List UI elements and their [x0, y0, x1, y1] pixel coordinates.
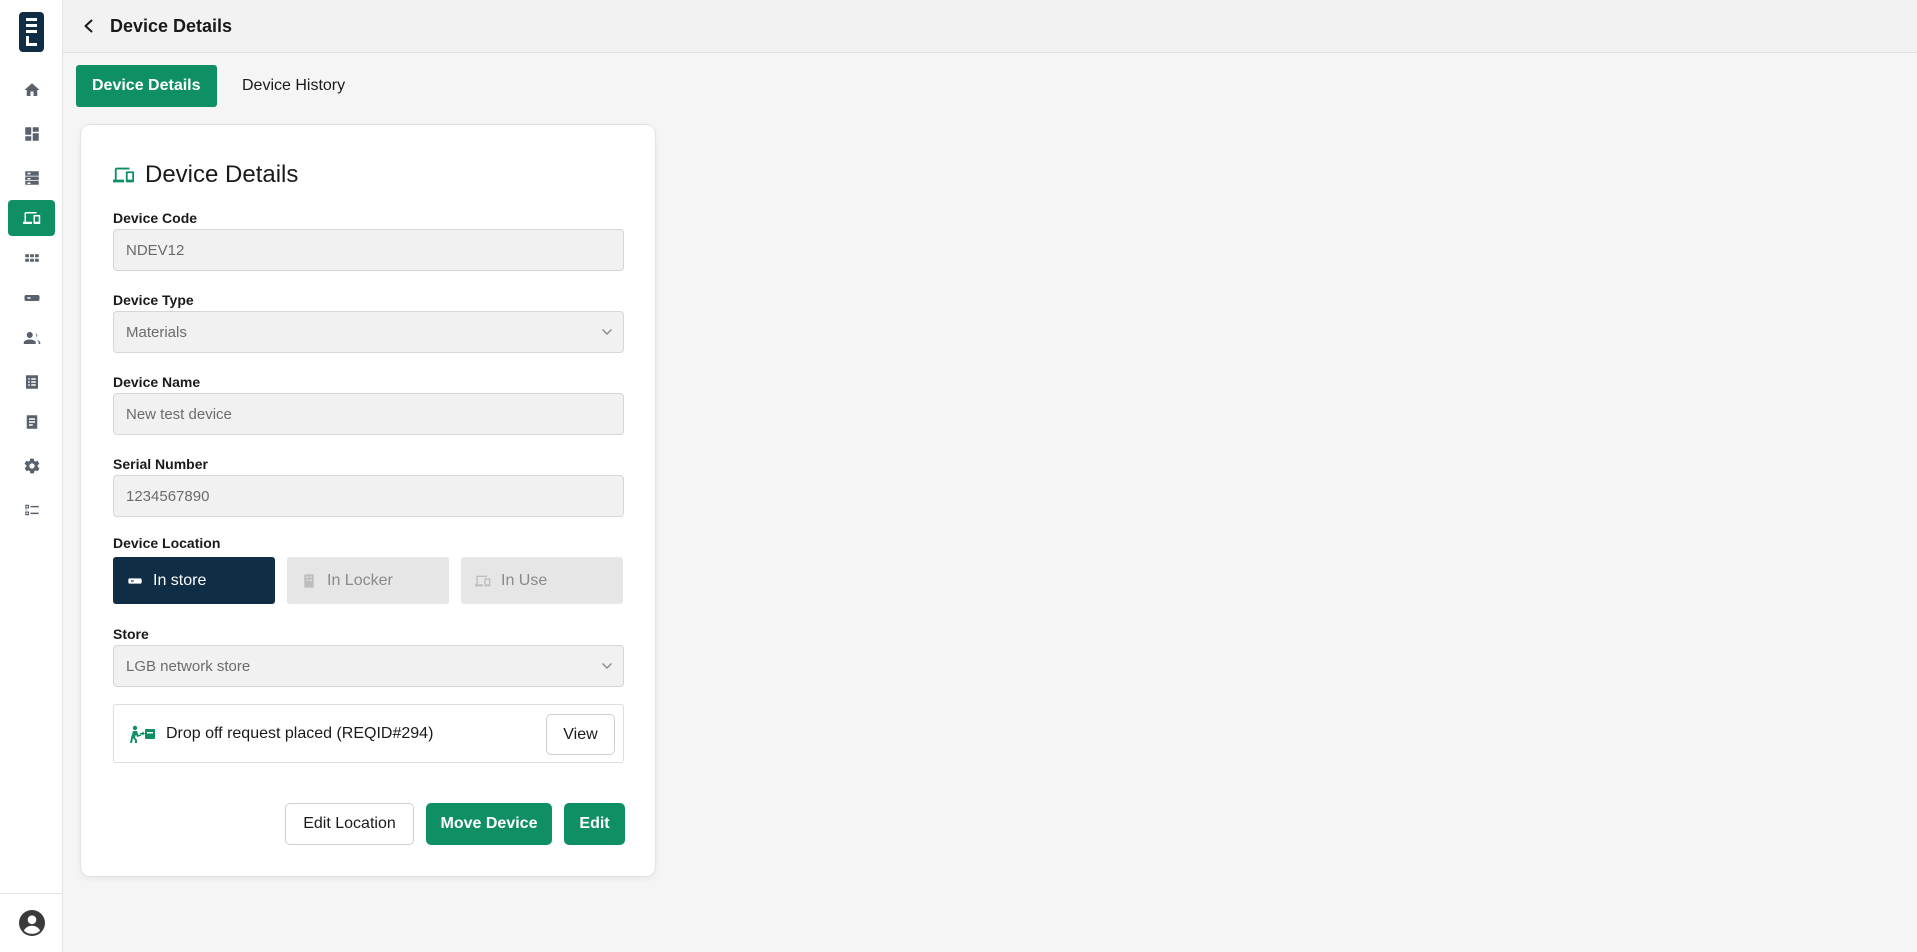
- device-name-label: Device Name: [113, 374, 201, 390]
- chevron-down-icon: [602, 329, 612, 335]
- serial-number-label: Serial Number: [113, 456, 208, 472]
- checklist-icon: [24, 504, 39, 516]
- sidebar-item-checklist[interactable]: [8, 492, 55, 528]
- tab-device-details[interactable]: Device Details: [76, 65, 217, 107]
- sidebar-item-device-tag[interactable]: [8, 280, 55, 316]
- sidebar-item-devices[interactable]: [8, 200, 55, 236]
- device-code-field[interactable]: NDEV12: [113, 229, 624, 271]
- location-option-label: In Use: [501, 571, 548, 589]
- sidebar-divider: [0, 893, 63, 894]
- list-icon: [25, 375, 38, 389]
- request-text: Drop off request placed (REQID#294): [166, 724, 434, 742]
- device-details-card: Device Details Device Code NDEV12 Device…: [80, 124, 656, 877]
- storage-icon: [24, 171, 39, 185]
- document-icon: [26, 415, 37, 429]
- card-title-text: Device Details: [145, 161, 299, 188]
- dashboard-icon: [24, 127, 39, 141]
- sidebar-item-dashboard[interactable]: [8, 116, 55, 152]
- edit-button[interactable]: Edit: [564, 803, 625, 845]
- device-name-field[interactable]: New test device: [113, 393, 624, 435]
- card-title: Device Details: [113, 161, 298, 189]
- apps-grid-icon: [24, 254, 39, 262]
- devices-icon: [113, 167, 135, 183]
- sidebar-item-apps[interactable]: [8, 240, 55, 276]
- sidebar: [0, 0, 63, 952]
- sidebar-item-list[interactable]: [8, 364, 55, 400]
- user-avatar-icon[interactable]: [19, 910, 45, 936]
- device-name-value: New test device: [126, 405, 232, 423]
- location-option-label: In store: [153, 571, 207, 589]
- sidebar-item-home[interactable]: [8, 72, 55, 108]
- users-icon: [23, 332, 40, 344]
- edit-location-button[interactable]: Edit Location: [285, 803, 414, 845]
- serial-number-value: 1234567890: [126, 487, 210, 505]
- tab-device-history[interactable]: Device History: [226, 65, 361, 107]
- chevron-down-icon: [602, 663, 612, 669]
- store-select[interactable]: LGB network store: [113, 645, 624, 687]
- devices-icon: [475, 575, 491, 586]
- device-code-label: Device Code: [113, 210, 198, 226]
- sidebar-item-users[interactable]: [8, 320, 55, 356]
- device-type-value: Materials: [126, 323, 187, 341]
- device-tag-icon: [24, 295, 39, 301]
- move-device-button[interactable]: Move Device: [426, 803, 552, 845]
- drop-off-request-notice: Drop off request placed (REQID#294) View: [113, 704, 624, 763]
- serial-number-field[interactable]: 1234567890: [113, 475, 624, 517]
- device-code-value: NDEV12: [126, 241, 185, 259]
- gear-icon: [24, 458, 39, 474]
- sidebar-item-storage[interactable]: [8, 160, 55, 196]
- app-logo[interactable]: [19, 12, 44, 52]
- chevron-left-icon: [84, 19, 93, 33]
- location-option-in-locker[interactable]: In Locker: [287, 557, 449, 604]
- device-type-select[interactable]: Materials: [113, 311, 624, 353]
- devices-icon: [22, 212, 40, 224]
- home-icon: [24, 83, 39, 96]
- sidebar-item-document[interactable]: [8, 404, 55, 440]
- device-location-label: Device Location: [113, 535, 221, 551]
- sidebar-item-settings[interactable]: [8, 448, 55, 484]
- drop-off-icon: [130, 725, 155, 743]
- view-request-button[interactable]: View: [546, 714, 615, 755]
- device-type-label: Device Type: [113, 292, 194, 308]
- device-tag-icon: [128, 577, 142, 584]
- location-option-in-use[interactable]: In Use: [461, 557, 623, 604]
- store-value: LGB network store: [126, 657, 251, 675]
- page-title: Device Details: [110, 15, 233, 36]
- locker-icon: [304, 573, 314, 588]
- store-label: Store: [113, 626, 149, 642]
- page-header: Device Details: [63, 0, 1917, 53]
- location-option-in-store[interactable]: In store: [113, 557, 275, 604]
- location-option-label: In Locker: [327, 571, 393, 589]
- back-button[interactable]: [80, 17, 98, 35]
